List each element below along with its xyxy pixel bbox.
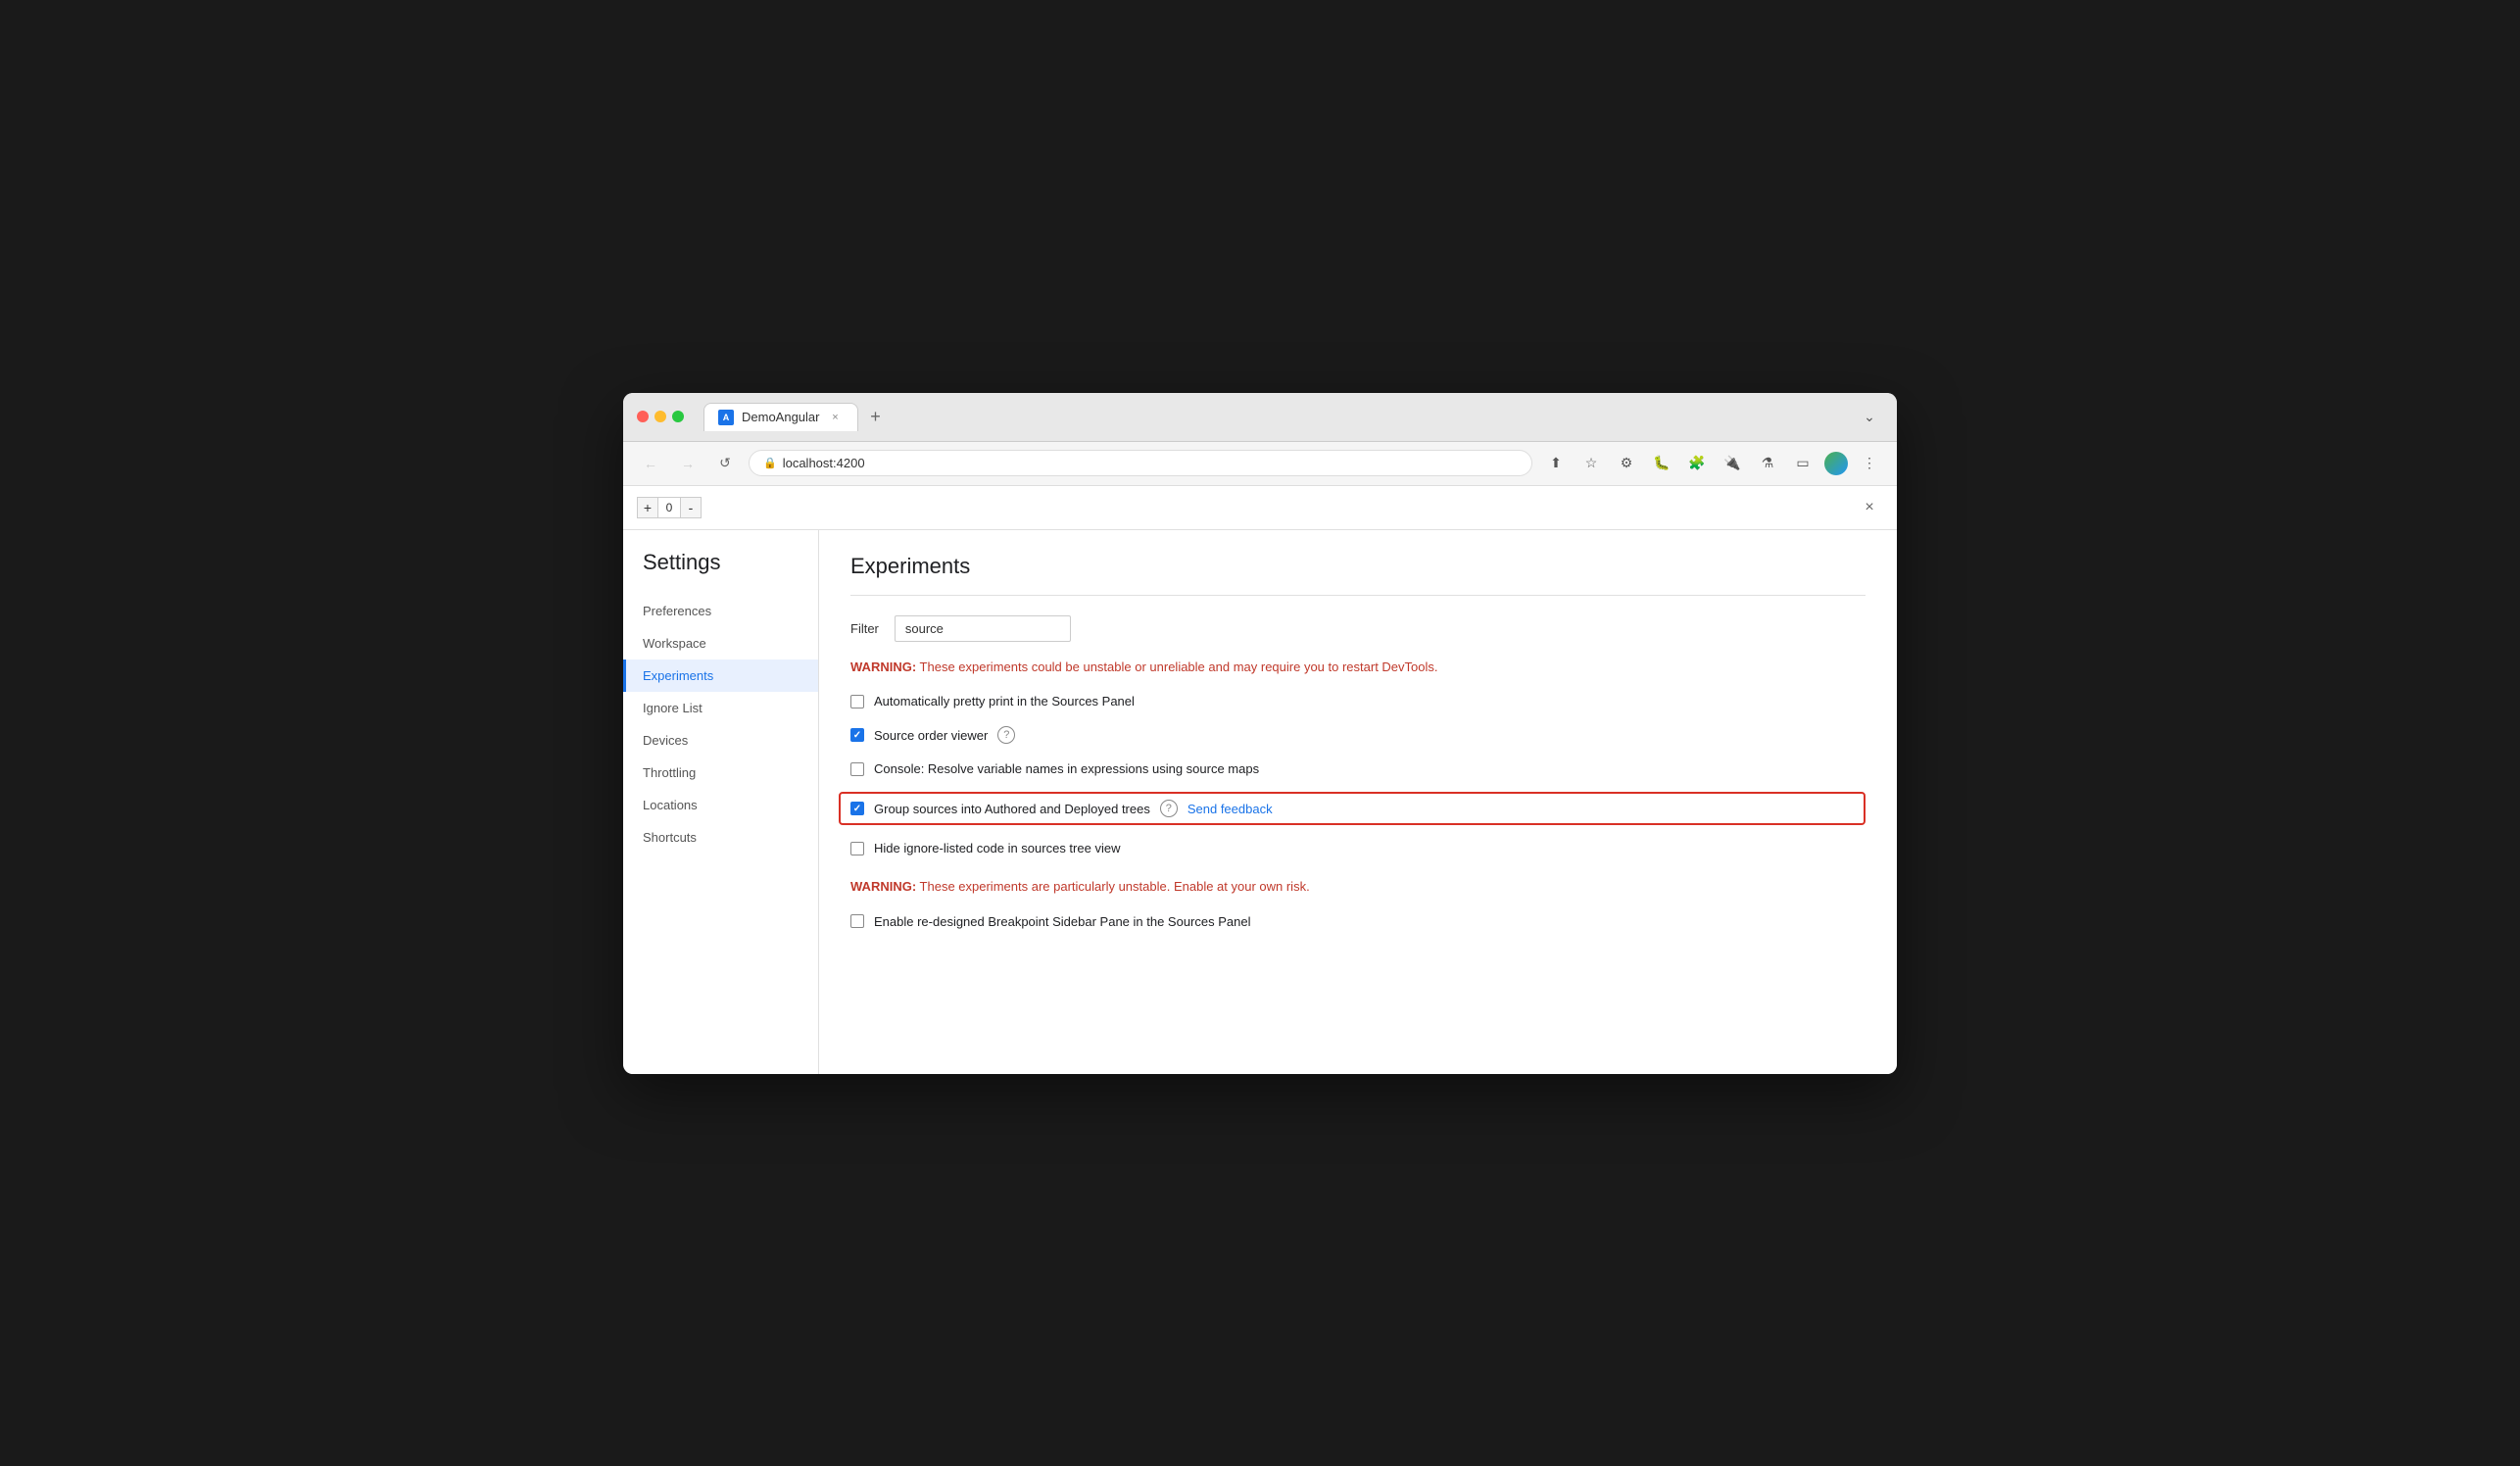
sidebar-item-locations[interactable]: Locations: [623, 789, 818, 821]
traffic-light-minimize[interactable]: [654, 411, 666, 422]
warning-text-2: WARNING: These experiments are particula…: [850, 877, 1866, 897]
checkbox-source-order[interactable]: [850, 728, 864, 742]
settings-layout: Settings Preferences Workspace Experimen…: [623, 530, 1897, 1074]
browser-tab[interactable]: A DemoAngular ×: [703, 403, 858, 431]
sidebar-item-shortcuts[interactable]: Shortcuts: [623, 821, 818, 854]
traffic-light-maximize[interactable]: [672, 411, 684, 422]
reload-button[interactable]: ↺: [711, 450, 739, 477]
bug-icon[interactable]: 🐛: [1648, 450, 1675, 477]
send-feedback-link[interactable]: Send feedback: [1187, 802, 1273, 816]
tab-close-button[interactable]: ×: [828, 410, 844, 425]
experiment-label-hide-ignore: Hide ignore-listed code in sources tree …: [874, 841, 1120, 855]
sidebar-item-workspace[interactable]: Workspace: [623, 627, 818, 660]
share-icon[interactable]: ⬆: [1542, 450, 1570, 477]
counter-plus-button[interactable]: +: [637, 497, 658, 518]
warning-label-1: WARNING:: [850, 660, 916, 674]
checkbox-pretty-print[interactable]: [850, 695, 864, 709]
counter-minus-button[interactable]: -: [680, 497, 702, 518]
filter-label: Filter: [850, 621, 879, 636]
checkbox-breakpoint-sidebar[interactable]: [850, 914, 864, 928]
sidebar-item-devices[interactable]: Devices: [623, 724, 818, 757]
experiment-item-source-order: Source order viewer ?: [850, 724, 1866, 746]
tab-favicon: A: [718, 410, 734, 425]
tab-bar: A DemoAngular × +: [703, 403, 1846, 431]
window-dropdown-button[interactable]: ⌄: [1856, 403, 1883, 430]
sidebar-icon[interactable]: ▭: [1789, 450, 1817, 477]
toolbar-icons: ⬆ ☆ ⚙ 🐛 🧩 🔌 ⚗ ▭ ⋮: [1542, 450, 1883, 477]
sidebar-item-preferences[interactable]: Preferences: [623, 595, 818, 627]
content-title: Experiments: [850, 554, 1866, 596]
help-icon-group-sources[interactable]: ?: [1160, 800, 1178, 817]
forward-button[interactable]: →: [674, 450, 702, 477]
browser-titlebar: A DemoAngular × + ⌄: [623, 393, 1897, 442]
devtools-panel: + 0 - × Settings Preferences Workspace E…: [623, 486, 1897, 1074]
sidebar-item-experiments[interactable]: Experiments: [623, 660, 818, 692]
sidebar-item-ignore-list[interactable]: Ignore List: [623, 692, 818, 724]
settings-sidebar: Settings Preferences Workspace Experimen…: [623, 530, 819, 1074]
experiment-label-breakpoint-sidebar: Enable re-designed Breakpoint Sidebar Pa…: [874, 914, 1250, 929]
experiment-item-console-resolve: Console: Resolve variable names in expre…: [850, 759, 1866, 778]
warning-label-2: WARNING:: [850, 879, 916, 894]
extension-icon[interactable]: 🧩: [1683, 450, 1711, 477]
bookmark-icon[interactable]: ☆: [1577, 450, 1605, 477]
settings-content: Experiments Filter WARNING: These experi…: [819, 530, 1897, 1074]
warning-body-1: These experiments could be unstable or u…: [916, 660, 1437, 674]
experiment-label-console-resolve: Console: Resolve variable names in expre…: [874, 761, 1259, 776]
counter-controls: + 0 -: [637, 497, 702, 518]
experiment-label-source-order: Source order viewer: [874, 728, 988, 743]
traffic-light-close[interactable]: [637, 411, 649, 422]
puzzle-icon[interactable]: 🔌: [1719, 450, 1746, 477]
checkbox-console-resolve[interactable]: [850, 762, 864, 776]
filter-row: Filter: [850, 615, 1866, 642]
new-tab-button[interactable]: +: [864, 405, 888, 428]
back-button[interactable]: ←: [637, 450, 664, 477]
experiment-item-breakpoint-sidebar: Enable re-designed Breakpoint Sidebar Pa…: [850, 912, 1866, 931]
devtools-icon[interactable]: ⚙: [1613, 450, 1640, 477]
experiment-label-pretty-print: Automatically pretty print in the Source…: [874, 694, 1135, 709]
avatar[interactable]: [1824, 452, 1848, 475]
filter-input[interactable]: [895, 615, 1071, 642]
checkbox-group-sources[interactable]: [850, 802, 864, 815]
devtools-mini-toolbar: + 0 - ×: [623, 486, 1897, 530]
settings-title: Settings: [623, 550, 818, 595]
help-icon-source-order[interactable]: ?: [997, 726, 1015, 744]
traffic-lights: [637, 411, 684, 422]
experiment-item-pretty-print: Automatically pretty print in the Source…: [850, 692, 1866, 710]
browser-window: A DemoAngular × + ⌄ ← → ↺ 🔒 localhost:42…: [623, 393, 1897, 1074]
counter-value: 0: [658, 497, 680, 518]
experiment-label-group-sources: Group sources into Authored and Deployed…: [874, 802, 1150, 816]
address-text: localhost:4200: [783, 456, 865, 470]
lock-icon: 🔒: [763, 457, 777, 469]
experiment-item-hide-ignore: Hide ignore-listed code in sources tree …: [850, 839, 1866, 857]
address-bar[interactable]: 🔒 localhost:4200: [749, 450, 1532, 476]
tab-title: DemoAngular: [742, 410, 820, 424]
more-button[interactable]: ⋮: [1856, 450, 1883, 477]
warning-body-2: These experiments are particularly unsta…: [916, 879, 1310, 894]
checkbox-hide-ignore[interactable]: [850, 842, 864, 855]
sidebar-item-throttling[interactable]: Throttling: [623, 757, 818, 789]
close-devtools-button[interactable]: ×: [1856, 494, 1883, 521]
flask-icon[interactable]: ⚗: [1754, 450, 1781, 477]
browser-toolbar: ← → ↺ 🔒 localhost:4200 ⬆ ☆ ⚙ 🐛 🧩 🔌 ⚗ ▭ ⋮: [623, 442, 1897, 486]
experiment-item-group-sources: Group sources into Authored and Deployed…: [839, 792, 1866, 825]
warning-text-1: WARNING: These experiments could be unst…: [850, 658, 1866, 677]
